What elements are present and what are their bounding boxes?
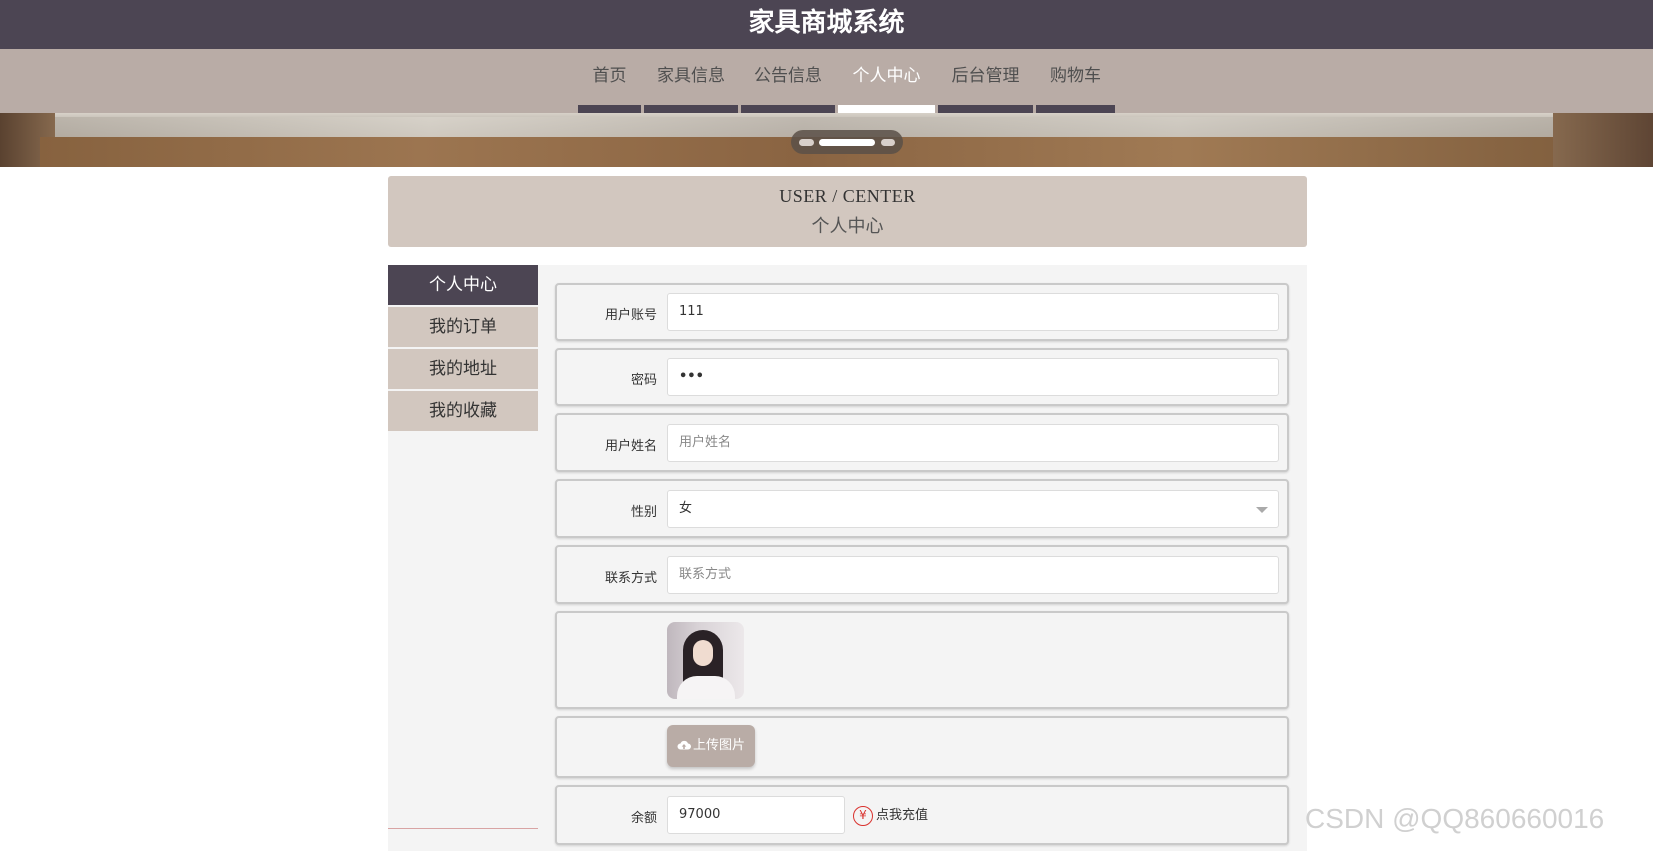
user-sidebar: 个人中心 我的订单 我的地址 我的收藏 bbox=[388, 265, 538, 851]
sidebar-item-orders[interactable]: 我的订单 bbox=[388, 307, 538, 347]
password-input[interactable]: ••• bbox=[667, 358, 1279, 396]
nav-label: 首页 bbox=[592, 66, 627, 86]
nav-label: 个人中心 bbox=[852, 66, 921, 86]
cloud-upload-icon bbox=[677, 740, 691, 750]
site-title: 家具商城系统 bbox=[748, 8, 905, 38]
recharge-link[interactable]: ¥ 点我充值 bbox=[853, 804, 928, 826]
contact-input[interactable]: 联系方式 bbox=[667, 556, 1279, 594]
banner-edge bbox=[1553, 113, 1653, 167]
carousel-dot-active[interactable] bbox=[819, 139, 875, 146]
page-title-en: USER / CENTER bbox=[779, 186, 916, 206]
gender-select[interactable]: 女 bbox=[667, 490, 1279, 528]
form-row-contact: 联系方式 联系方式 bbox=[555, 545, 1289, 604]
form-row-balance: 余额 97000 ¥ 点我充值 bbox=[555, 785, 1289, 845]
form-row-password: 密码 ••• bbox=[555, 348, 1289, 406]
nav-item-furniture[interactable]: 家具信息 bbox=[644, 49, 738, 113]
nav-underline-active bbox=[838, 105, 935, 113]
nav-item-home[interactable]: 首页 bbox=[578, 49, 641, 113]
account-label: 用户账号 bbox=[604, 308, 657, 323]
balance-label: 余额 bbox=[630, 811, 657, 826]
upload-image-button[interactable]: 上传图片 bbox=[667, 725, 755, 767]
name-label: 用户姓名 bbox=[604, 439, 657, 454]
avatar-face bbox=[693, 640, 713, 666]
page-title-cn: 个人中心 bbox=[811, 216, 884, 237]
gender-label: 性别 bbox=[630, 505, 657, 520]
sidebar-item-addresses[interactable]: 我的地址 bbox=[388, 349, 538, 389]
sidebar-item-user-center[interactable]: 个人中心 bbox=[388, 265, 538, 305]
password-label: 密码 bbox=[630, 373, 657, 388]
avatar-body bbox=[677, 676, 735, 699]
nav-underline bbox=[644, 105, 738, 113]
account-input[interactable]: 111 bbox=[667, 293, 1279, 331]
sidebar-divider bbox=[388, 828, 538, 829]
user-avatar bbox=[667, 622, 744, 699]
contact-label: 联系方式 bbox=[604, 571, 657, 586]
nav-underline bbox=[741, 105, 835, 113]
nav-item-notices[interactable]: 公告信息 bbox=[741, 49, 835, 113]
csdn-watermark: CSDN @QQ860660016 bbox=[1305, 803, 1605, 834]
nav-label: 公告信息 bbox=[754, 66, 822, 86]
form-row-account: 用户账号 111 bbox=[555, 283, 1289, 341]
nav-underline bbox=[938, 105, 1033, 113]
nav-label: 后台管理 bbox=[951, 66, 1020, 86]
nav-label: 购物车 bbox=[1050, 66, 1101, 86]
carousel-dot[interactable] bbox=[881, 139, 895, 146]
upload-image-label: 上传图片 bbox=[692, 738, 745, 753]
yen-icon: ¥ bbox=[853, 805, 873, 826]
gender-select-value: 女 bbox=[679, 501, 693, 516]
chevron-down-icon bbox=[1256, 507, 1268, 513]
nav-underline bbox=[578, 105, 641, 113]
nav-item-cart[interactable]: 购物车 bbox=[1036, 49, 1115, 113]
main-nav: 首页 家具信息 公告信息 个人中心 后台管理 购物车 bbox=[0, 49, 1653, 113]
nav-item-admin[interactable]: 后台管理 bbox=[938, 49, 1033, 113]
form-row-avatar bbox=[555, 611, 1289, 709]
top-header: 家具商城系统 bbox=[0, 0, 1653, 49]
form-row-upload: 上传图片 bbox=[555, 716, 1289, 778]
page-title-box: USER / CENTER 个人中心 bbox=[388, 176, 1307, 247]
carousel-dot[interactable] bbox=[799, 139, 814, 146]
nav-label: 家具信息 bbox=[657, 66, 725, 86]
name-input[interactable]: 用户姓名 bbox=[667, 424, 1279, 462]
recharge-label: 点我充值 bbox=[876, 808, 929, 823]
sidebar-item-favorites[interactable]: 我的收藏 bbox=[388, 391, 538, 431]
nav-item-user-center[interactable]: 个人中心 bbox=[838, 49, 935, 113]
nav-underline bbox=[1036, 105, 1115, 113]
balance-input[interactable]: 97000 bbox=[667, 796, 845, 834]
form-row-gender: 性别 女 bbox=[555, 479, 1289, 538]
form-row-name: 用户姓名 用户姓名 bbox=[555, 413, 1289, 472]
carousel-pager bbox=[791, 130, 903, 154]
